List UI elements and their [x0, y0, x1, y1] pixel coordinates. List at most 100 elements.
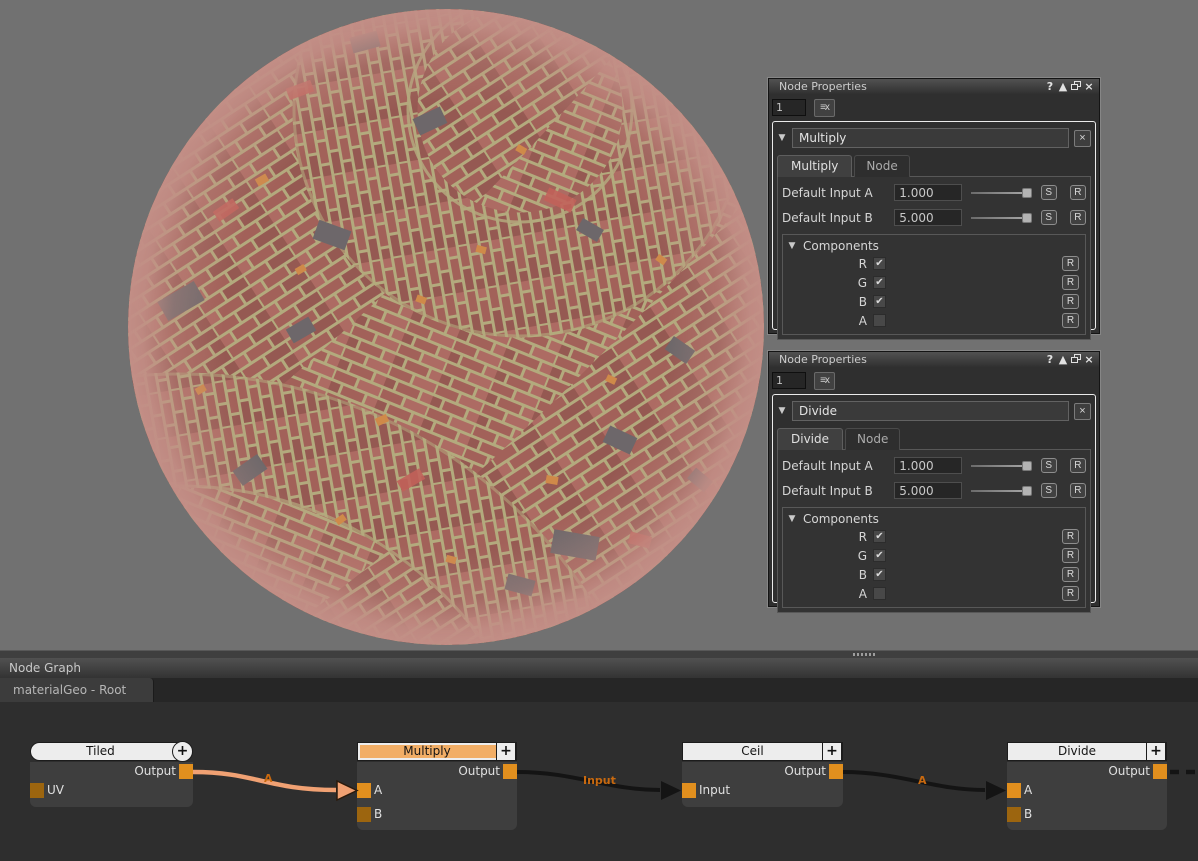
set-button[interactable]: S: [1041, 185, 1057, 200]
check-icon: ✔: [875, 259, 883, 269]
check-icon: ✔: [875, 532, 883, 542]
node-graph-tabstrip: materialGeo - Root: [0, 678, 1198, 702]
collapse-triangle-icon[interactable]: ▼: [777, 133, 787, 143]
collapse-triangle-icon[interactable]: ▼: [787, 514, 797, 524]
set-button[interactable]: S: [1041, 458, 1057, 473]
reset-button[interactable]: R: [1062, 256, 1079, 271]
default-input-b-slider[interactable]: [971, 485, 1031, 497]
reset-button[interactable]: R: [1062, 275, 1079, 290]
default-input-a-slider[interactable]: [971, 460, 1031, 472]
default-input-b-field[interactable]: [894, 482, 962, 499]
tab-node[interactable]: Node: [845, 428, 900, 450]
lock-properties-button[interactable]: ≡x: [814, 99, 835, 117]
remove-node-properties-button[interactable]: ×: [1074, 130, 1091, 147]
reset-button[interactable]: R: [1062, 529, 1079, 544]
node-properties-panel-multiply: Node Properties ? ▲ × ≡x ▼ × Multiply No…: [768, 78, 1100, 334]
node-properties-group: ▼ × Multiply Node Default Input A S R De…: [772, 121, 1096, 330]
property-row-default-input-a: Default Input A S R: [782, 180, 1086, 205]
checkbox-r[interactable]: ✔: [873, 257, 886, 270]
panel-splitter-handle[interactable]: [0, 650, 1198, 658]
reset-button[interactable]: R: [1062, 586, 1079, 601]
node-graph-canvas[interactable]: Tiled + Output UV Multiply + Output A: [0, 702, 1198, 861]
shade-icon[interactable]: ▲: [1057, 80, 1069, 93]
component-row-r: R ✔ R: [787, 527, 1081, 546]
help-icon[interactable]: ?: [1044, 80, 1056, 93]
close-icon[interactable]: ×: [1083, 80, 1095, 93]
set-button[interactable]: S: [1041, 483, 1057, 498]
shade-icon[interactable]: ▲: [1057, 353, 1069, 366]
component-row-g: G ✔ R: [787, 273, 1081, 292]
tab-divide[interactable]: Divide: [777, 428, 843, 450]
panel-titlebar[interactable]: Node Properties ? ▲ ×: [769, 352, 1099, 367]
component-label: B: [787, 295, 873, 309]
component-row-r: R ✔ R: [787, 254, 1081, 273]
checkbox-a[interactable]: [873, 587, 886, 600]
components-header-label: Components: [803, 239, 879, 253]
checkbox-r[interactable]: ✔: [873, 530, 886, 543]
reset-button[interactable]: R: [1062, 548, 1079, 563]
splitter-grip-icon: [853, 653, 876, 656]
property-row-default-input-b: Default Input B S R: [782, 205, 1086, 230]
checkbox-b[interactable]: ✔: [873, 568, 886, 581]
component-label: A: [787, 314, 873, 328]
tab-materialgeo-root[interactable]: materialGeo - Root: [0, 678, 154, 702]
collapse-triangle-icon[interactable]: ▼: [777, 406, 787, 416]
float-icon[interactable]: [1070, 353, 1082, 366]
panel-title: Node Properties: [779, 353, 867, 366]
reset-button[interactable]: R: [1062, 313, 1079, 328]
reset-button[interactable]: R: [1070, 210, 1086, 225]
collapse-triangle-icon[interactable]: ▼: [787, 241, 797, 251]
reset-button[interactable]: R: [1062, 567, 1079, 582]
node-graph-panel: Node Graph materialGeo - Root Tiled + Ou…: [0, 650, 1198, 861]
check-icon: ✔: [875, 278, 883, 288]
wire-arrowhead: [986, 781, 1006, 800]
component-row-g: G ✔ R: [787, 546, 1081, 565]
reset-button[interactable]: R: [1062, 294, 1079, 309]
default-input-b-slider[interactable]: [971, 212, 1031, 224]
property-label: Default Input A: [782, 186, 894, 200]
panel-titlebar[interactable]: Node Properties ? ▲ ×: [769, 79, 1099, 94]
components-group: ▼ Components R ✔ R G ✔ R B ✔ R: [782, 234, 1086, 335]
help-icon[interactable]: ?: [1044, 353, 1056, 366]
checkbox-b[interactable]: ✔: [873, 295, 886, 308]
reset-button[interactable]: R: [1070, 458, 1086, 473]
component-row-a: A R: [787, 584, 1081, 603]
component-label: R: [787, 530, 873, 544]
checkbox-g[interactable]: ✔: [873, 549, 886, 562]
close-icon[interactable]: ×: [1083, 353, 1095, 366]
property-row-default-input-b: Default Input B S R: [782, 478, 1086, 503]
component-row-a: A R: [787, 311, 1081, 330]
property-label: Default Input B: [782, 211, 894, 225]
component-label: B: [787, 568, 873, 582]
set-button[interactable]: S: [1041, 210, 1057, 225]
wire-label: A: [264, 772, 273, 785]
instance-count-field[interactable]: [772, 372, 806, 389]
tab-node[interactable]: Node: [854, 155, 909, 177]
wire-ceil-to-divide[interactable]: [843, 772, 985, 790]
reset-button[interactable]: R: [1070, 185, 1086, 200]
tab-multiply[interactable]: Multiply: [777, 155, 852, 177]
float-icon[interactable]: [1070, 80, 1082, 93]
component-row-b: B ✔ R: [787, 292, 1081, 311]
property-row-default-input-a: Default Input A S R: [782, 453, 1086, 478]
wire-label: Input: [583, 774, 616, 787]
checkbox-g[interactable]: ✔: [873, 276, 886, 289]
components-group: ▼ Components R ✔ R G ✔ R B ✔ R: [782, 507, 1086, 608]
lock-properties-button[interactable]: ≡x: [814, 372, 835, 390]
default-input-a-field[interactable]: [894, 184, 962, 201]
node-name-field[interactable]: [792, 128, 1069, 148]
reset-button[interactable]: R: [1070, 483, 1086, 498]
check-icon: ✔: [875, 570, 883, 580]
checkbox-a[interactable]: [873, 314, 886, 327]
node-name-field[interactable]: [792, 401, 1069, 421]
default-input-b-field[interactable]: [894, 209, 962, 226]
check-icon: ✔: [875, 551, 883, 561]
default-input-a-slider[interactable]: [971, 187, 1031, 199]
remove-node-properties-button[interactable]: ×: [1074, 403, 1091, 420]
instance-count-field[interactable]: [772, 99, 806, 116]
panel-title: Node Properties: [779, 80, 867, 93]
node-properties-panel-divide: Node Properties ? ▲ × ≡x ▼ × Divide Node…: [768, 351, 1100, 607]
component-label: G: [787, 276, 873, 290]
default-input-a-field[interactable]: [894, 457, 962, 474]
node-graph-titlebar[interactable]: Node Graph: [0, 658, 1198, 678]
